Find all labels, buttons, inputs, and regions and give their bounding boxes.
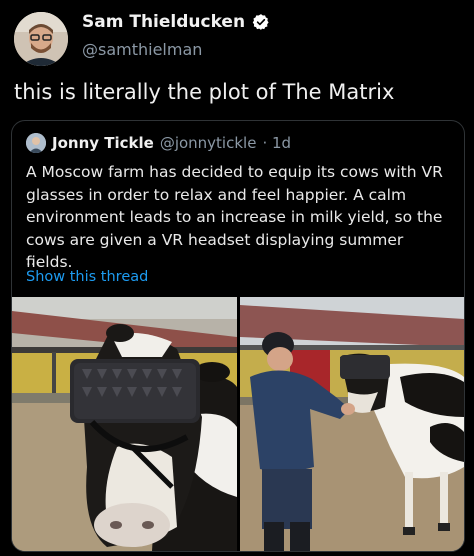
quoted-tweet-text: A Moscow farm has decided to equip its c… xyxy=(26,163,443,271)
cow-vr-headset-photo xyxy=(12,297,237,551)
author-handle[interactable]: @samthielman xyxy=(82,40,202,59)
man-cow-vr-photo xyxy=(240,297,464,551)
tweet-text: this is literally the plot of The Matrix xyxy=(14,80,395,104)
tweet: Sam Thielducken @samthielman this is lit… xyxy=(0,0,474,556)
quoted-tweet-time[interactable]: · 1d xyxy=(262,134,291,152)
user-avatar-icon xyxy=(14,12,68,66)
photo-grid xyxy=(12,297,464,551)
user-avatar-icon xyxy=(26,133,46,153)
author-name[interactable]: Sam Thielducken xyxy=(82,12,245,32)
show-thread-link[interactable]: Show this thread xyxy=(26,269,148,285)
quoted-tweet-header: Jonny Tickle @jonnytickle · 1d xyxy=(26,133,291,153)
photo-cow-closeup[interactable] xyxy=(12,297,237,551)
quoted-author-handle[interactable]: @jonnytickle xyxy=(160,134,257,152)
verified-badge-icon xyxy=(252,14,269,30)
quoted-author-avatar[interactable] xyxy=(26,133,46,153)
author-name-row: Sam Thielducken xyxy=(82,12,270,32)
author-avatar[interactable] xyxy=(14,12,68,66)
quoted-tweet-ellipsis: ... xyxy=(26,251,41,269)
quoted-tweet[interactable]: Jonny Tickle @jonnytickle · 1d A Moscow … xyxy=(11,120,465,552)
quoted-author-name[interactable]: Jonny Tickle xyxy=(52,134,154,152)
photo-man-with-cow[interactable] xyxy=(240,297,464,551)
